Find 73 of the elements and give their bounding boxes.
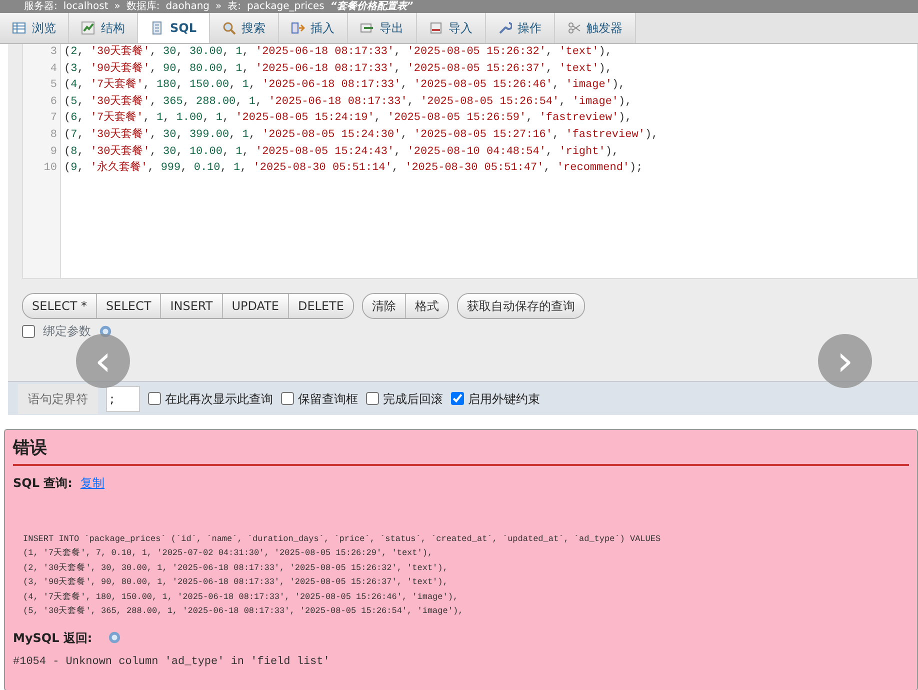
export-icon: [360, 21, 374, 35]
separator-text: »: [216, 0, 222, 13]
line-number: 6: [49, 94, 58, 110]
breadcrumb-label: 数据库:: [126, 0, 160, 13]
tab[interactable]: 导入: [416, 13, 486, 43]
insert-icon: [290, 21, 304, 35]
checkbox[interactable]: [148, 392, 161, 405]
code-line: (9, '永久套餐', 999, 0.10, 1, '2025-08-30 05:51:14', '2025-08-30 05:51:47', 'recommend');: [63, 160, 644, 176]
tab[interactable]: 触发器: [554, 13, 636, 43]
query-button[interactable]: SELECT: [97, 294, 162, 318]
checkbox[interactable]: [366, 392, 379, 405]
code-line: (7, '30天套餐', 30, 399.00, 1, '2025-08-05 15:24:30', '2025-08-05 15:27:16', 'fastreview'),: [63, 127, 660, 143]
tab[interactable]: 浏览: [0, 13, 69, 43]
line-number: 4: [49, 62, 58, 77]
sql-line: (5, '30天套餐', 365, 288.00, 1, '2025-06-18 08:17:33', '2025-08-05 15:26:54', 'image'),: [22, 605, 464, 618]
line-number: 3: [49, 45, 58, 60]
tab[interactable]: 搜索: [210, 13, 278, 43]
checkbox-label: 在此再次显示此查询: [165, 390, 273, 408]
table-comment: “套餐价格配置表”: [330, 0, 414, 13]
section-label: MySQL 返回:: [13, 630, 92, 646]
delimiter-field[interactable]: ;: [106, 386, 140, 412]
line-number: 9: [49, 144, 58, 160]
query-button[interactable]: INSERT: [161, 294, 223, 318]
checkbox-label: 启用外键约束: [468, 390, 540, 408]
tab[interactable]: 操作: [486, 13, 554, 43]
code-line: (8, '30天套餐', 30, 10.00, 1, '2025-08-05 15:24:43', '2025-08-10 04:48:54', 'right'),: [63, 144, 620, 160]
sql-line: INSERT INTO `package_prices` (`id`, `name`, `duration_days`, `price`, `status`, `created_at`, `updated_at`, `ad_type`) VALUES: [22, 532, 662, 546]
scroll-icon: [150, 21, 164, 35]
query-button[interactable]: 格式: [406, 294, 448, 318]
error-title: 错误: [13, 436, 909, 466]
checkbox-label: 保留查询框: [298, 390, 358, 408]
sql-line: (1, '7天套餐', 7, 0.10, 1, '2025-07-02 04:31:30', '2025-08-05 15:26:29', 'text'),: [22, 547, 434, 560]
checkbox[interactable]: [281, 392, 294, 405]
checkbox[interactable]: [22, 324, 35, 338]
breadcrumb-link[interactable]: localhost: [63, 0, 108, 13]
code-line: (2, '30天套餐', 30, 30.00, 1, '2025-06-18 08:17:33', '2025-08-05 15:26:32', 'text'),: [63, 44, 613, 60]
query-button[interactable]: SELECT *: [23, 294, 97, 318]
code-editor[interactable]: [22, 44, 918, 279]
tab[interactable]: 导出: [348, 13, 416, 43]
sql-line: (2, '30天套餐', 30, 30.00, 1, '2025-06-18 08:17:33', '2025-08-05 15:26:32', 'text'),: [22, 562, 449, 574]
line-number: 5: [49, 78, 58, 94]
line-number: 10: [42, 161, 58, 176]
breadcrumb-link[interactable]: package_prices: [247, 0, 324, 13]
code-line: (4, '7天套餐', 180, 150.00, 1, '2025-06-18 08:17:33', '2025-08-05 15:26:46', 'image'),: [63, 77, 626, 94]
tab[interactable]: 结构: [69, 13, 138, 43]
separator-text: »: [114, 0, 120, 13]
breadcrumb-label: 表:: [228, 0, 242, 13]
field-label: 语句定界符: [18, 384, 98, 414]
breadcrumb-label: 服务器:: [24, 0, 58, 13]
sql-line: (3, '90天套餐', 90, 80.00, 1, '2025-06-18 08:17:33', '2025-08-05 15:26:37', 'text'),: [22, 576, 449, 589]
query-button[interactable]: 获取自动保存的查询: [458, 294, 584, 318]
line-number: 8: [49, 128, 58, 143]
sql-line: (4, '7天套餐', 180, 150.00, 1, '2025-06-18 08:17:33', '2025-08-05 15:26:46', 'image'),: [22, 590, 460, 604]
tab[interactable]: 插入: [278, 13, 348, 43]
table-icon: [12, 21, 26, 35]
search-icon: [222, 21, 236, 35]
query-button[interactable]: 清除: [362, 294, 406, 318]
wrench-icon: [498, 21, 512, 35]
query-button[interactable]: UPDATE: [222, 294, 289, 318]
section-label: SQL 查询:: [13, 474, 72, 492]
scissors-icon: [566, 21, 580, 35]
import-icon: [428, 21, 442, 35]
code-line: (3, '90天套餐', 90, 80.00, 1, '2025-06-18 08:17:33', '2025-08-05 15:26:37', 'text'),: [63, 61, 613, 77]
tab[interactable]: SQL: [138, 13, 210, 43]
breadcrumb-link[interactable]: daohang: [166, 0, 210, 13]
code-line: (6, '7天套餐', 1, 1.00, 1, '2025-08-05 15:24:19', '2025-08-05 15:26:59', 'fastreview'),: [63, 110, 633, 126]
error-message: #1054 - Unknown column 'ad_type' in 'field list': [13, 654, 331, 669]
code-line: (5, '30天套餐', 365, 288.00, 1, '2025-06-18 08:17:33', '2025-08-05 15:26:54', 'image'),: [63, 94, 633, 110]
checkbox-label: 完成后回滚: [383, 390, 443, 408]
checkbox[interactable]: [451, 392, 464, 405]
query-button[interactable]: DELETE: [288, 294, 353, 318]
chart-icon: [81, 21, 95, 35]
line-number: 7: [49, 111, 58, 126]
